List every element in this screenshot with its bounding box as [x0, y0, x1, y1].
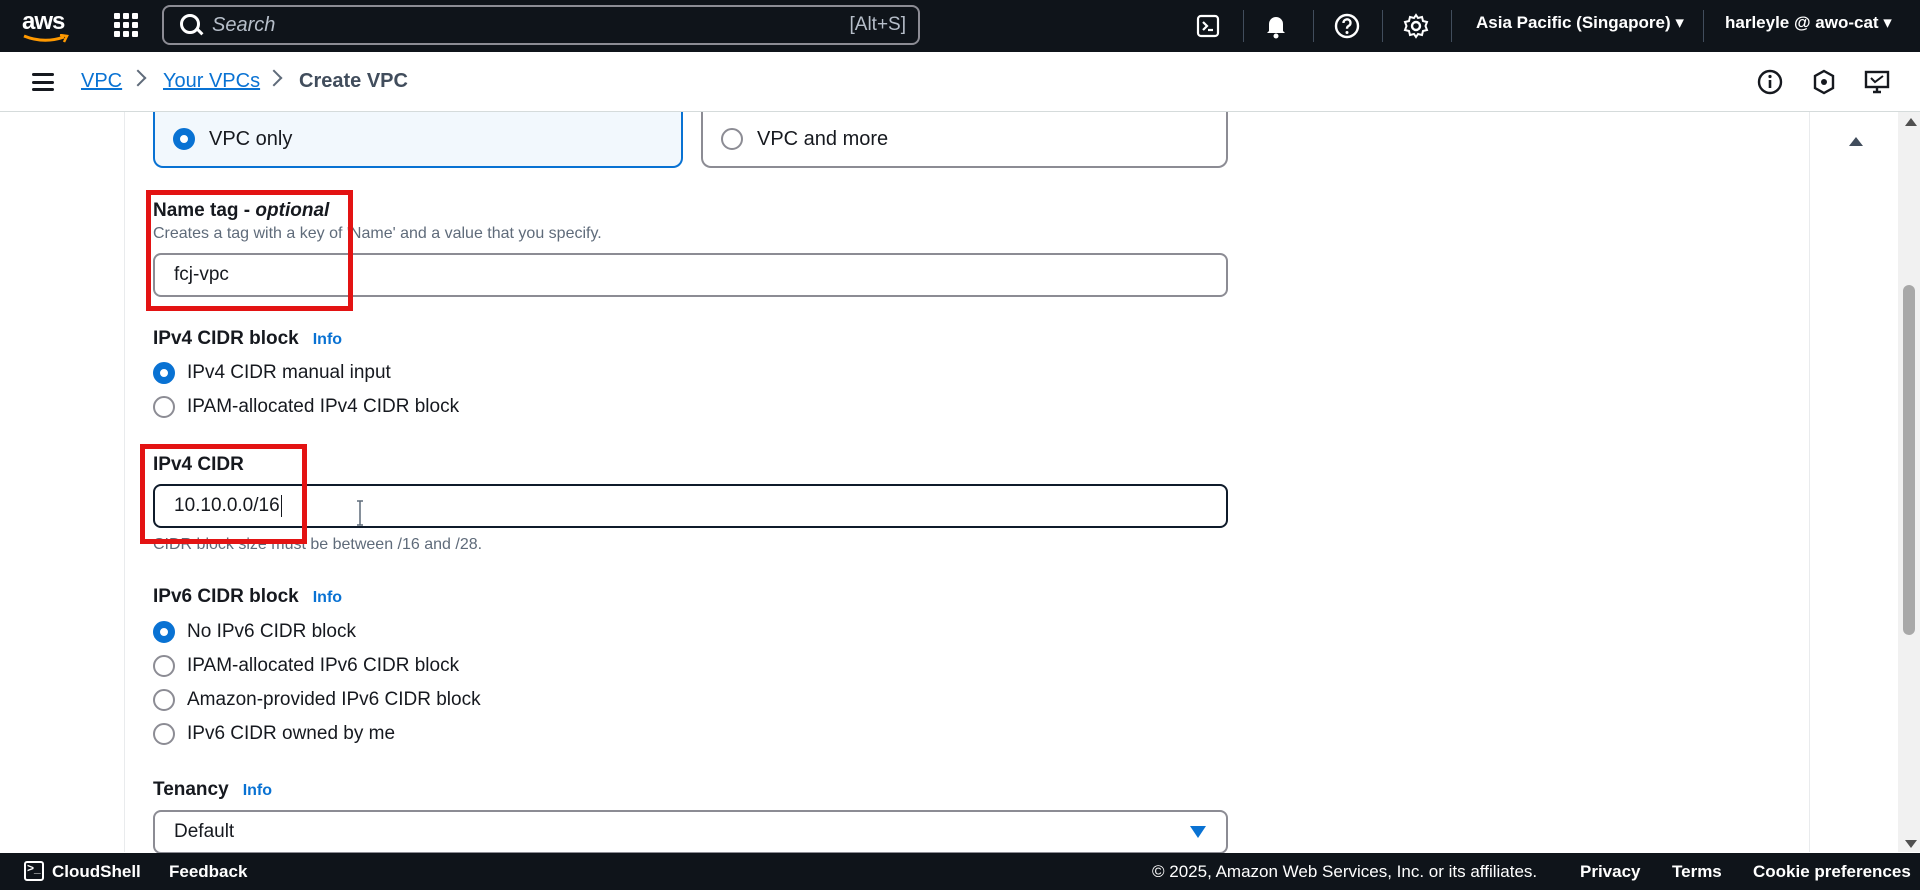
tenancy-value: Default — [174, 821, 235, 842]
search-shortcut: [Alt+S] — [849, 14, 907, 35]
ipv6-ipam-radio[interactable] — [153, 655, 175, 677]
account-menu[interactable]: harleyle @ awo-cat ▾ — [1725, 13, 1892, 33]
ipv4-ipam-radio[interactable] — [153, 396, 175, 418]
ipv6-owned-radio[interactable] — [153, 723, 175, 745]
aws-logo-text: aws — [22, 8, 65, 35]
scrollbar-thumb[interactable] — [1903, 285, 1915, 635]
search-icon — [176, 10, 206, 40]
ipv6-none-radio[interactable] — [153, 621, 175, 643]
breadcrumb-bar: VPC Your VPCs Create VPC — [0, 52, 1920, 112]
tile-vpc-only[interactable]: VPC only — [153, 112, 683, 168]
aws-smile-icon — [23, 34, 69, 43]
footer-cloudshell[interactable]: CloudShell — [52, 862, 141, 882]
tile-vpc-only-label: VPC only — [209, 127, 293, 150]
display-preferences-icon[interactable] — [1863, 68, 1891, 96]
ipv4-option-ipam[interactable]: IPAM-allocated IPv4 CIDR block — [153, 396, 459, 418]
footer-terms[interactable]: Terms — [1672, 862, 1722, 882]
breadcrumb-your-vpcs[interactable]: Your VPCs — [163, 70, 260, 93]
help-icon[interactable] — [1331, 10, 1363, 42]
breadcrumb-current: Create VPC — [299, 70, 408, 92]
footer-feedback[interactable]: Feedback — [169, 862, 247, 882]
ipv6-amazon-radio[interactable] — [153, 689, 175, 711]
panel-scroll-up-icon[interactable] — [1849, 137, 1863, 146]
ipv6-option-owned[interactable]: IPv6 CIDR owned by me — [153, 723, 395, 745]
breadcrumb-chevron-icon — [265, 69, 283, 87]
ipv4-block-info-link[interactable]: Info — [313, 331, 342, 348]
footer: CloudShell Feedback © 2025, Amazon Web S… — [0, 853, 1920, 890]
tenancy-label: Tenancy Info — [153, 779, 273, 800]
notifications-bell-icon[interactable] — [1260, 10, 1292, 42]
ipv4-manual-radio[interactable] — [153, 362, 175, 384]
text-cursor-icon — [357, 500, 363, 526]
footer-copyright: © 2025, Amazon Web Services, Inc. or its… — [1152, 862, 1538, 881]
cloudshell-footer-icon[interactable] — [24, 861, 44, 881]
ipv4-option-manual[interactable]: IPv4 CIDR manual input — [153, 362, 391, 384]
tenancy-select[interactable]: Default — [153, 810, 1228, 854]
search-placeholder: Search — [212, 13, 276, 36]
security-hexagon-icon[interactable] — [1810, 68, 1838, 96]
ipv4-cidr-input[interactable]: 10.10.0.0/16 — [153, 484, 1228, 528]
ipv6-block-info-link[interactable]: Info — [313, 589, 342, 606]
ipv6-option-none[interactable]: No IPv6 CIDR block — [153, 621, 356, 643]
scroll-down-arrow-icon[interactable] — [1905, 840, 1917, 848]
footer-privacy[interactable]: Privacy — [1580, 862, 1641, 882]
cloudshell-icon[interactable] — [1192, 10, 1224, 42]
aws-logo[interactable]: aws — [22, 8, 72, 44]
breadcrumb-vpc[interactable]: VPC — [81, 70, 122, 93]
scroll-up-arrow-icon[interactable] — [1905, 118, 1917, 126]
highlight-box-ipv4-cidr — [140, 444, 307, 544]
dropdown-caret-icon — [1190, 826, 1206, 838]
breadcrumb-chevron-icon — [129, 69, 147, 87]
tile-vpc-and-more[interactable]: VPC and more — [701, 112, 1228, 168]
highlight-box-name-tag — [146, 190, 353, 311]
top-navigation: aws Search [Alt+S] Asia Pacific (Singapo… — [0, 0, 1920, 52]
ipv6-option-ipam[interactable]: IPAM-allocated IPv6 CIDR block — [153, 655, 459, 677]
region-selector[interactable]: Asia Pacific (Singapore) ▾ — [1476, 13, 1684, 33]
vpc-only-radio[interactable] — [173, 128, 195, 150]
menu-hamburger-icon[interactable] — [32, 73, 54, 91]
search-box[interactable]: Search [Alt+S] — [162, 5, 920, 45]
settings-gear-icon[interactable] — [1400, 10, 1432, 42]
ipv6-option-amazon[interactable]: Amazon-provided IPv6 CIDR block — [153, 689, 481, 711]
tile-vpc-and-more-label: VPC and more — [757, 127, 889, 150]
footer-cookie-preferences[interactable]: Cookie preferences — [1753, 862, 1911, 882]
info-circle-icon[interactable] — [1756, 68, 1784, 96]
ipv6-cidr-block-label: IPv6 CIDR block Info — [153, 586, 343, 607]
vpc-and-more-radio[interactable] — [721, 128, 743, 150]
services-menu-icon[interactable] — [114, 13, 138, 37]
ipv4-cidr-block-label: IPv4 CIDR block Info — [153, 328, 343, 349]
tenancy-info-link[interactable]: Info — [243, 782, 272, 799]
